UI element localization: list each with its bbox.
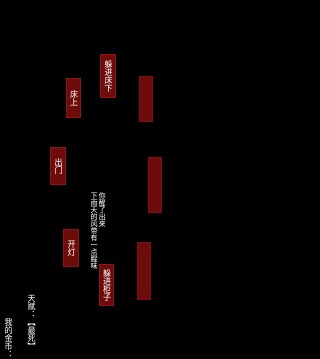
game-screen: 我的金币： 天赋：【最死】 躲进床下 床上 出门 开灯 躲进柜子 你醒了出来 下… [0,0,202,359]
narration-text: 你醒了出来 下雨天的风带有一点腥味 [90,192,106,269]
empty-slot-top[interactable] [139,76,153,122]
drill-under-bed-button[interactable]: 躲进床下 [100,54,116,98]
empty-slot-middle[interactable] [148,157,162,213]
bed-button[interactable]: 床上 [66,78,81,118]
drill-into-cabinet-button[interactable]: 躲进柜子 [99,264,114,306]
drill-under-bed-label: 躲进床下 [104,60,113,92]
turn-on-light-label: 开灯 [67,240,76,256]
talent-label: 天赋：【最死】 [27,294,36,350]
go-out-label: 出门 [54,158,63,174]
turn-on-light-button[interactable]: 开灯 [63,229,79,267]
coins-label: 我的金币： [4,318,13,358]
bed-label: 床上 [69,90,79,106]
empty-slot-bottom[interactable] [137,242,151,300]
drill-into-cabinet-label: 躲进柜子 [102,269,112,301]
narration-line-1: 你醒了出来 [98,192,107,227]
go-out-button[interactable]: 出门 [50,147,66,185]
narration-line-2: 下雨天的风带有一点腥味 [90,192,99,269]
